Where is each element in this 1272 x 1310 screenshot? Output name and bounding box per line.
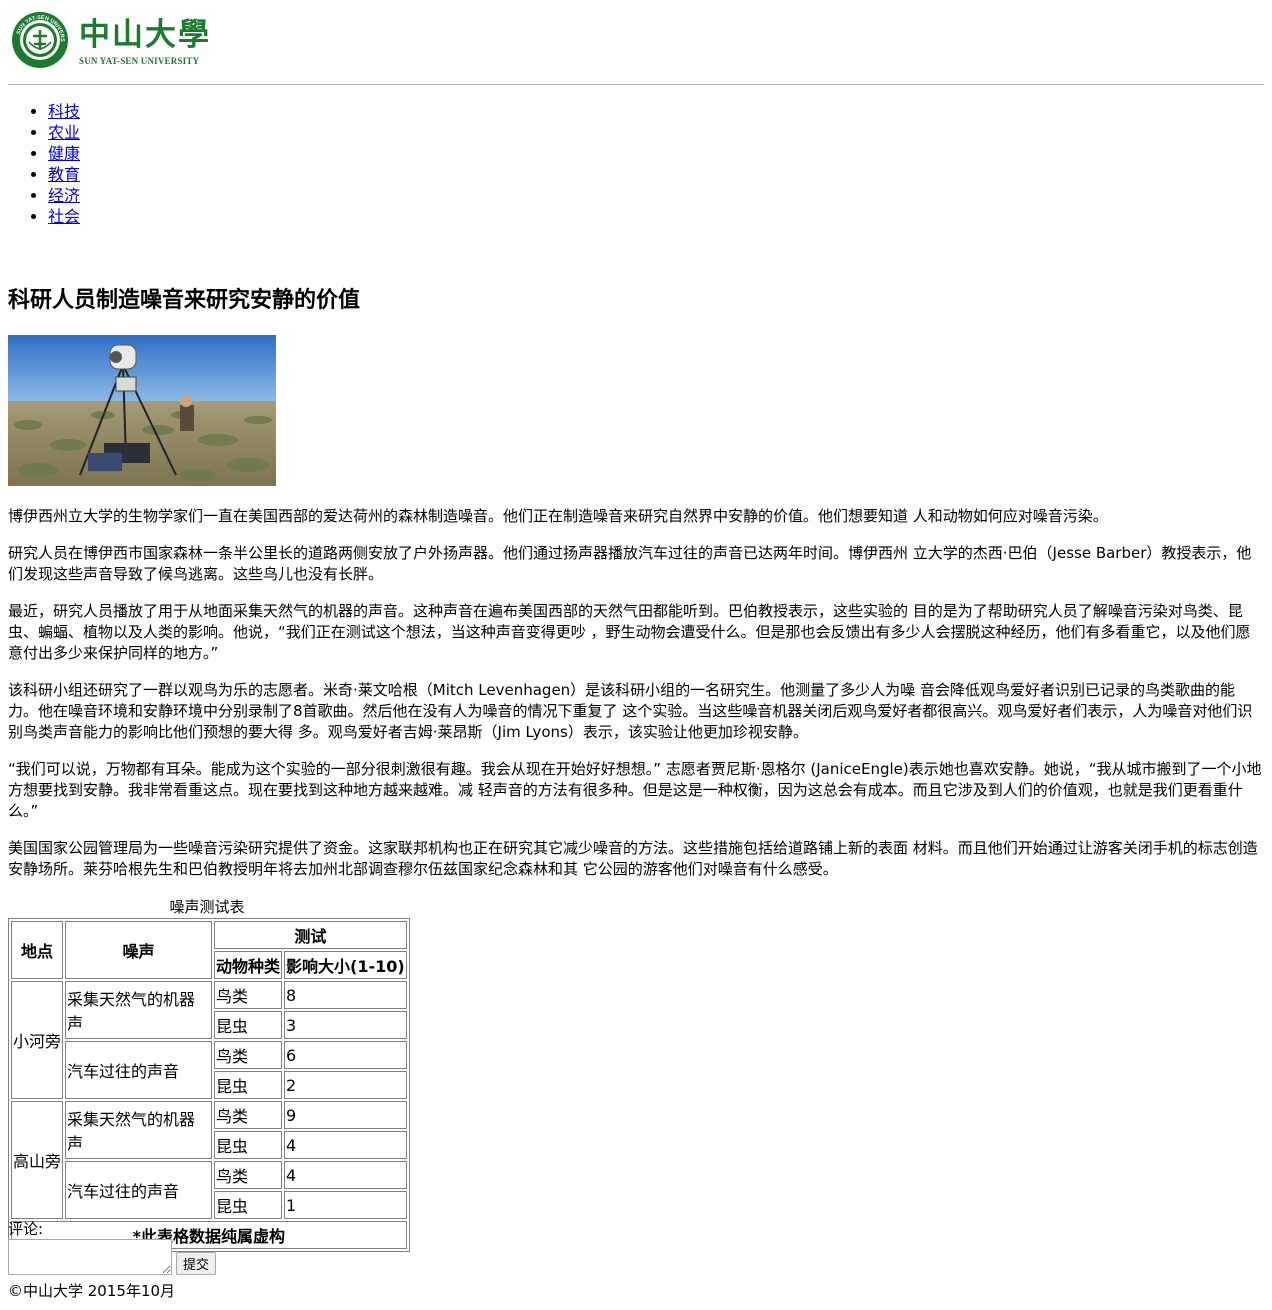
cell-impact: 1 bbox=[284, 1191, 407, 1219]
cell-impact: 2 bbox=[284, 1071, 407, 1099]
article-paragraph: 该科研小组还研究了一群以观鸟为乐的志愿者。米奇·莱文哈根（Mitch Leven… bbox=[8, 681, 1253, 741]
nav-link-economy[interactable]: 经济 bbox=[48, 186, 80, 205]
nav-link-education[interactable]: 教育 bbox=[48, 165, 80, 184]
article-title: 科研人员制造噪音来研究安静的价值 bbox=[8, 288, 361, 313]
cell-noise: 汽车过往的声音 bbox=[65, 1041, 212, 1099]
university-seal-logo: SUN YAT-SEN UNIVERSITY bbox=[9, 7, 69, 73]
cell-species: 鸟类 bbox=[214, 1101, 283, 1129]
category-nav: 科技 农业 健康 教育 经济 社会 bbox=[0, 101, 80, 227]
nav-item-economy: 经济 bbox=[48, 185, 80, 206]
table-caption: 噪声测试表 bbox=[169, 898, 245, 916]
cell-location: 高山旁 bbox=[11, 1101, 63, 1219]
cell-noise: 采集天然气的机器声 bbox=[65, 981, 212, 1039]
article-photo bbox=[8, 335, 276, 486]
nav-item-tech: 科技 bbox=[48, 101, 80, 122]
copyright-footer: ©中山大学 2015年10月 bbox=[8, 1282, 176, 1300]
cell-impact: 9 bbox=[284, 1101, 407, 1129]
nav-link-tech[interactable]: 科技 bbox=[48, 102, 80, 121]
article-paragraph: “我们可以说，万物都有耳朵。能成为这个实验的一部分很刺激很有趣。我会从现在开始好… bbox=[8, 760, 1262, 820]
cell-impact: 3 bbox=[284, 1011, 407, 1039]
nav-item-society: 社会 bbox=[48, 206, 80, 227]
logo-english-name: SUN YAT-SEN UNIVERSITY bbox=[79, 56, 200, 66]
cell-impact: 8 bbox=[284, 981, 407, 1009]
cell-impact: 4 bbox=[284, 1131, 407, 1159]
article-paragraph: 博伊西州立大学的生物学家们一直在美国西部的爱达荷州的森林制造噪音。他们正在制造噪… bbox=[8, 507, 1108, 525]
article-paragraph: 最近，研究人员播放了用于从地面采集天然气的机器的声音。这种声音在遍布美国西部的天… bbox=[8, 602, 1251, 662]
cell-species: 鸟类 bbox=[214, 981, 283, 1009]
table-row: 高山旁 采集天然气的机器声 鸟类 9 bbox=[11, 1101, 407, 1219]
site-header: SUN YAT-SEN UNIVERSITY 中山大學 SUN YAT-SEN … bbox=[8, 7, 1264, 85]
comment-textarea[interactable] bbox=[8, 1239, 172, 1275]
table-row: 汽车过往的声音 鸟类 4 bbox=[11, 1161, 407, 1219]
cell-species: 昆虫 bbox=[214, 1131, 283, 1159]
comment-input-row: 提交 bbox=[8, 1239, 217, 1275]
cell-impact: 6 bbox=[284, 1041, 407, 1069]
article-body: 博伊西州立大学的生物学家们一直在美国西部的爱达荷州的森林制造噪音。他们正在制造噪… bbox=[8, 506, 1264, 896]
header-species: 动物种类 bbox=[214, 951, 283, 979]
cell-species: 昆虫 bbox=[214, 1011, 283, 1039]
cell-impact: 4 bbox=[284, 1161, 407, 1189]
cell-location: 小河旁 bbox=[11, 981, 63, 1099]
header-noise: 噪声 bbox=[65, 921, 212, 979]
noise-test-table-wrapper: 噪声测试表 地点 噪声 测试 动物种类 影响大小(1-10) 小河旁 采集天然气… bbox=[8, 897, 410, 1252]
article-paragraph: 研究人员在博伊西市国家森林一条半公里长的道路两侧安放了户外扬声器。他们通过扬声器… bbox=[8, 544, 1252, 583]
cell-species: 鸟类 bbox=[214, 1041, 283, 1069]
logo-chinese-name: 中山大學 bbox=[79, 17, 211, 53]
nav-link-society[interactable]: 社会 bbox=[48, 207, 80, 226]
table-row: 汽车过往的声音 鸟类 6 bbox=[11, 1041, 407, 1099]
noise-test-table: 地点 噪声 测试 动物种类 影响大小(1-10) 小河旁 采集天然气的机器声 鸟… bbox=[8, 918, 410, 1252]
table-row: 小河旁 采集天然气的机器声 鸟类 8 bbox=[11, 981, 407, 1099]
cell-noise: 汽车过往的声音 bbox=[65, 1161, 212, 1219]
header-impact: 影响大小(1-10) bbox=[284, 951, 407, 979]
header-test: 测试 bbox=[214, 921, 407, 949]
nav-item-health: 健康 bbox=[48, 143, 80, 164]
cell-species: 昆虫 bbox=[214, 1191, 283, 1219]
comment-form: 评论: 提交 bbox=[8, 1219, 217, 1275]
comment-label: 评论: bbox=[8, 1220, 44, 1238]
submit-button[interactable]: 提交 bbox=[176, 1252, 217, 1275]
cell-species: 鸟类 bbox=[214, 1161, 283, 1189]
header-location: 地点 bbox=[11, 921, 63, 979]
cell-noise: 采集天然气的机器声 bbox=[65, 1101, 212, 1159]
table-header-row: 地点 噪声 测试 bbox=[11, 921, 407, 979]
nav-item-education: 教育 bbox=[48, 164, 80, 185]
nav-item-agriculture: 农业 bbox=[48, 122, 80, 143]
logo-wordmark: 中山大學 SUN YAT-SEN UNIVERSITY bbox=[79, 18, 211, 66]
article-paragraph: 美国国家公园管理局为一些噪音污染研究提供了资金。这家联邦机构也正在研究其它减少噪… bbox=[8, 839, 1258, 878]
nav-link-health[interactable]: 健康 bbox=[48, 144, 80, 163]
cell-species: 昆虫 bbox=[214, 1071, 283, 1099]
nav-link-agriculture[interactable]: 农业 bbox=[48, 123, 80, 142]
